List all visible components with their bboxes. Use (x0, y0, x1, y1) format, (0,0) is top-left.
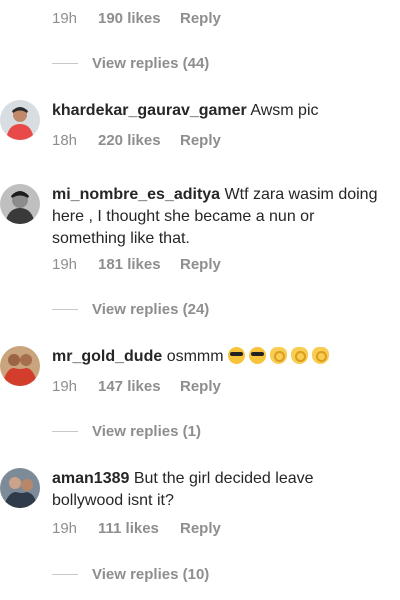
reply-button[interactable]: Reply (180, 378, 221, 395)
smiling-face-with-sunglasses-icon (249, 347, 267, 364)
comment-text: aman1389 But the girl decided leave boll… (52, 468, 382, 512)
comment-username[interactable]: aman1389 (52, 470, 129, 487)
view-replies-label: View replies (24) (92, 301, 210, 318)
comment-meta: 19h 111 likes Reply (52, 520, 221, 537)
avatar[interactable] (0, 468, 40, 508)
comment-body: Awsm pic (250, 102, 319, 119)
comment-time: 19h (52, 256, 78, 273)
reply-button[interactable]: Reply (180, 10, 221, 27)
view-replies-button[interactable]: View replies (10) (52, 566, 209, 583)
comment-username[interactable]: khardekar_gaurav_gamer (52, 102, 247, 119)
avatar[interactable] (0, 184, 40, 224)
divider-line (52, 574, 78, 575)
comment-text: mi_nombre_es_aditya Wtf zara wasim doing… (52, 184, 382, 250)
comment-username[interactable]: mi_nombre_es_aditya (52, 186, 220, 203)
view-replies-button[interactable]: View replies (1) (52, 423, 201, 440)
reply-button[interactable]: Reply (180, 256, 221, 273)
comment-username[interactable]: mr_gold_dude (52, 348, 162, 365)
comment-body: osmmm (166, 348, 224, 365)
comment-likes[interactable]: 181 likes (98, 256, 180, 273)
comment-meta: 18h 220 likes Reply (52, 132, 221, 149)
divider-line (52, 63, 78, 64)
comment-time: 19h (52, 520, 78, 537)
comment-meta: 19h 147 likes Reply (52, 378, 221, 395)
ok-hand-icon (291, 347, 309, 364)
comment-time: 18h (52, 132, 78, 149)
view-replies-button[interactable]: View replies (44) (52, 55, 209, 72)
divider-line (52, 309, 78, 310)
avatar[interactable] (0, 346, 40, 386)
comment-likes[interactable]: 220 likes (98, 132, 180, 149)
comment-likes[interactable]: 111 likes (98, 520, 180, 537)
comment-text: khardekar_gaurav_gamer Awsm pic (52, 100, 382, 122)
comment-text: mr_gold_dude osmmm (52, 346, 382, 368)
ok-hand-icon (312, 347, 330, 364)
reply-button[interactable]: Reply (180, 132, 221, 149)
view-replies-label: View replies (1) (92, 423, 201, 440)
ok-hand-icon (270, 347, 288, 364)
comment-meta: 19h 190 likes Reply (52, 10, 221, 27)
smiling-face-with-sunglasses-icon (228, 347, 246, 364)
divider-line (52, 431, 78, 432)
view-replies-label: View replies (10) (92, 566, 210, 583)
comment-time: 19h (52, 378, 78, 395)
view-replies-button[interactable]: View replies (24) (52, 301, 209, 318)
comment-time: 19h (52, 10, 78, 27)
reply-button[interactable]: Reply (180, 520, 221, 537)
comment-likes[interactable]: 190 likes (98, 10, 180, 27)
avatar[interactable] (0, 100, 40, 140)
comment-meta: 19h 181 likes Reply (52, 256, 221, 273)
view-replies-label: View replies (44) (92, 55, 210, 72)
comment-likes[interactable]: 147 likes (98, 378, 180, 395)
